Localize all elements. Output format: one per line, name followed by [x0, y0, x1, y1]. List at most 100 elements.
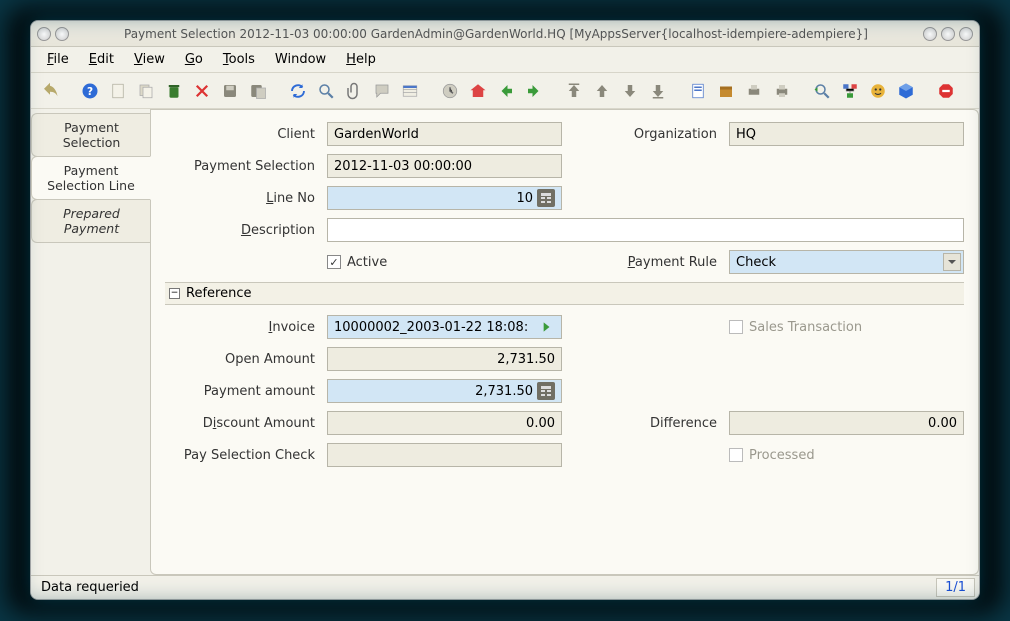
checkbox-icon	[729, 320, 743, 334]
print-icon[interactable]	[769, 78, 795, 104]
chevron-down-icon[interactable]	[943, 253, 961, 271]
label-payment-amount: Payment amount	[165, 384, 315, 399]
status-page: 1/1	[936, 578, 975, 597]
new-icon[interactable]	[105, 78, 131, 104]
window-maximize-button[interactable]	[941, 27, 955, 41]
first-record-icon[interactable]	[617, 78, 643, 104]
label-client: Client	[165, 127, 315, 142]
check-icon[interactable]	[327, 255, 341, 269]
save-create-icon[interactable]	[245, 78, 271, 104]
delete-icon[interactable]	[161, 78, 187, 104]
menu-window[interactable]: Window	[267, 50, 334, 69]
svg-text:?: ?	[87, 85, 93, 97]
app-window: Payment Selection 2012-11-03 00:00:00 Ga…	[30, 20, 980, 600]
arrow-right-icon[interactable]	[537, 318, 555, 336]
field-open-amount: 2,731.50	[327, 347, 562, 371]
line-no-value: 10	[516, 191, 533, 206]
menu-tools[interactable]: Tools	[215, 50, 263, 69]
menu-edit[interactable]: Edit	[81, 50, 122, 69]
attachment-icon[interactable]	[341, 78, 367, 104]
field-discount-amount: 0.00	[327, 411, 562, 435]
form-panel: Client GardenWorld Organization HQ Payme…	[150, 109, 979, 575]
titlebar: Payment Selection 2012-11-03 00:00:00 Ga…	[31, 21, 979, 47]
field-pay-selection-check	[327, 443, 562, 467]
tab-payment-selection[interactable]: Payment Selection	[31, 113, 151, 157]
chat-icon[interactable]	[369, 78, 395, 104]
label-open-amount: Open Amount	[165, 352, 315, 367]
help-icon[interactable]: ?	[77, 78, 103, 104]
label-organization: Organization	[607, 127, 717, 142]
collapse-icon[interactable]: −	[169, 288, 180, 299]
toolbar: ?	[31, 73, 979, 109]
find-icon[interactable]	[313, 78, 339, 104]
end-window-icon[interactable]	[933, 78, 959, 104]
label-discount-amount: Discount Amount	[165, 416, 315, 431]
archive-icon[interactable]	[713, 78, 739, 104]
field-difference: 0.00	[729, 411, 964, 435]
home-icon[interactable]	[465, 78, 491, 104]
field-line-no[interactable]: 10	[327, 186, 562, 210]
description-input[interactable]	[334, 223, 957, 238]
label-line-no: Line No	[165, 191, 315, 206]
nav-back-icon[interactable]	[493, 78, 519, 104]
calculator-icon[interactable]	[537, 189, 555, 207]
section-reference-label: Reference	[186, 286, 251, 301]
field-organization: HQ	[729, 122, 964, 146]
field-payment-amount[interactable]: 2,731.50	[327, 379, 562, 403]
window-minimize-button[interactable]	[923, 27, 937, 41]
label-payment-selection: Payment Selection	[165, 159, 315, 174]
field-invoice[interactable]: 10000002_2003-01-22 18:08:	[327, 315, 562, 339]
label-invoice: Invoice	[165, 320, 315, 335]
field-client: GardenWorld	[327, 122, 562, 146]
field-description[interactable]	[327, 218, 964, 242]
label-processed: Processed	[749, 448, 815, 463]
tab-strip: Payment Selection Payment Selection Line…	[31, 109, 151, 575]
requests-icon[interactable]	[865, 78, 891, 104]
label-description: Description	[165, 223, 315, 238]
label-pay-selection-check: Pay Selection Check	[165, 448, 315, 463]
report-icon[interactable]	[685, 78, 711, 104]
statusbar: Data requeried 1/1	[31, 575, 979, 599]
field-payment-selection: 2012-11-03 00:00:00	[327, 154, 562, 178]
checkbox-icon	[729, 448, 743, 462]
refresh-icon[interactable]	[285, 78, 311, 104]
window-title: Payment Selection 2012-11-03 00:00:00 Ga…	[69, 27, 923, 41]
menubar: File Edit View Go Tools Window Help	[31, 47, 979, 73]
history-icon[interactable]	[437, 78, 463, 104]
menu-file[interactable]: File	[39, 50, 77, 69]
menu-view[interactable]: View	[126, 50, 173, 69]
undo-icon[interactable]	[37, 78, 63, 104]
checkbox-processed: Processed	[729, 448, 964, 463]
payment-rule-value: Check	[736, 255, 776, 270]
workflow-icon[interactable]	[837, 78, 863, 104]
last-record-icon[interactable]	[645, 78, 671, 104]
window-close-button[interactable]	[959, 27, 973, 41]
invoice-value: 10000002_2003-01-22 18:08:	[334, 320, 533, 335]
save-icon[interactable]	[217, 78, 243, 104]
status-message: Data requeried	[35, 580, 936, 595]
menu-go[interactable]: Go	[177, 50, 211, 69]
detail-record-icon[interactable]	[589, 78, 615, 104]
menu-help[interactable]: Help	[338, 50, 384, 69]
delete-selection-icon[interactable]	[189, 78, 215, 104]
tab-payment-selection-line[interactable]: Payment Selection Line	[31, 156, 151, 200]
label-payment-rule: Payment Rule	[607, 255, 717, 270]
window-menu-button[interactable]	[37, 27, 51, 41]
label-sales-transaction: Sales Transaction	[749, 320, 862, 335]
copy-icon[interactable]	[133, 78, 159, 104]
field-payment-rule[interactable]: Check	[729, 250, 964, 274]
section-reference[interactable]: − Reference	[165, 282, 964, 305]
body: Payment Selection Payment Selection Line…	[31, 109, 979, 575]
parent-record-icon[interactable]	[561, 78, 587, 104]
checkbox-sales-transaction: Sales Transaction	[729, 320, 964, 335]
zoom-across-icon[interactable]	[809, 78, 835, 104]
nav-forward-icon[interactable]	[521, 78, 547, 104]
calculator-icon[interactable]	[537, 382, 555, 400]
print-preview-icon[interactable]	[741, 78, 767, 104]
checkbox-active[interactable]: Active	[327, 255, 562, 270]
tab-prepared-payment[interactable]: Prepared Payment	[31, 199, 151, 243]
window-sticky-button[interactable]	[55, 27, 69, 41]
grid-toggle-icon[interactable]	[397, 78, 423, 104]
product-info-icon[interactable]	[893, 78, 919, 104]
label-difference: Difference	[607, 416, 717, 431]
